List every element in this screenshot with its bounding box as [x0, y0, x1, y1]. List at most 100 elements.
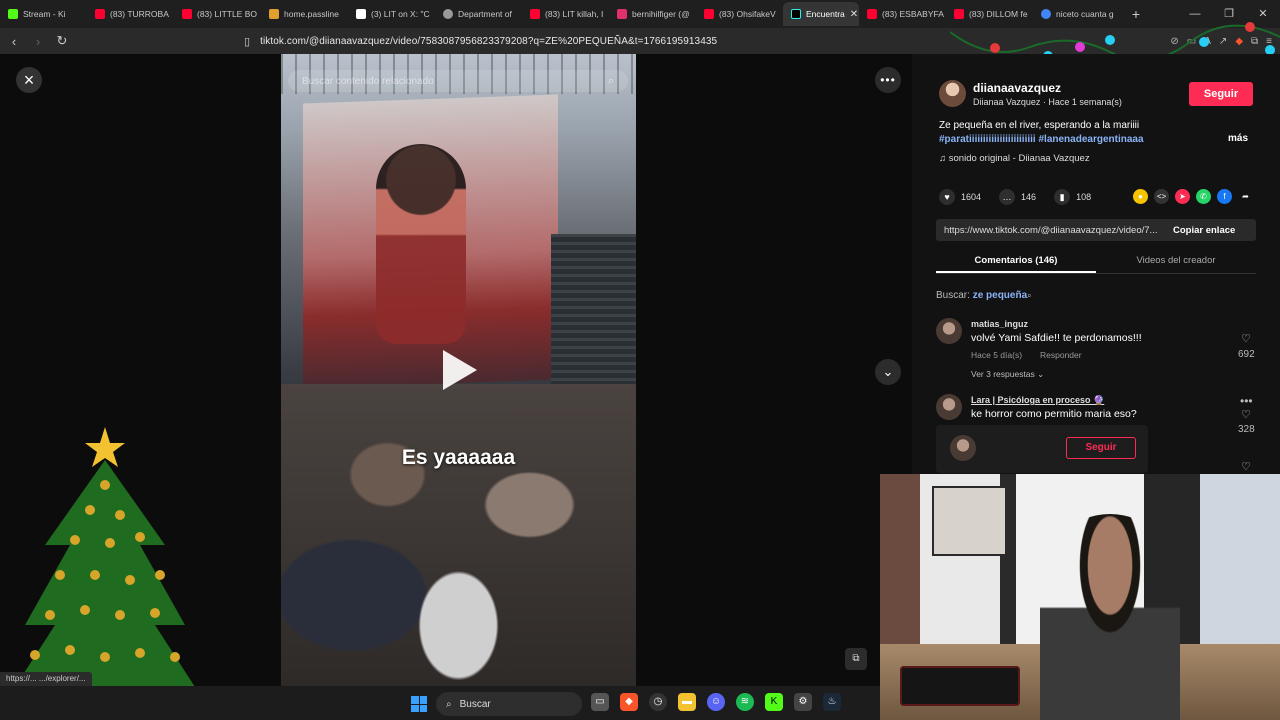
kick-app-icon[interactable]: K — [765, 693, 783, 711]
comment-time: Hace 5 día(s) — [971, 350, 1023, 360]
post-link[interactable]: https://www.tiktok.com/@diianaavazquez/v… — [936, 225, 1169, 236]
tab-dillom[interactable]: (83) DILLOM fe — [946, 2, 1033, 26]
whatsapp-icon[interactable]: ✆ — [1196, 189, 1211, 204]
comment-options-icon[interactable]: ••• — [1240, 394, 1253, 408]
tab-passline[interactable]: home.passline — [261, 2, 348, 26]
share-icon[interactable]: ↗ — [1219, 36, 1227, 47]
spotify-icon[interactable]: ≋ — [736, 693, 754, 711]
clock-app-icon[interactable]: ◷ — [649, 693, 667, 711]
facebook-icon[interactable]: f — [1217, 189, 1232, 204]
tab-lit-killah[interactable]: (83) LIT killah, I — [522, 2, 609, 26]
tab-department[interactable]: Department of — [435, 2, 522, 26]
cast-icon[interactable]: ▭ — [1187, 36, 1196, 47]
search-small-icon: ⌕ — [1027, 291, 1032, 300]
tab-turroba[interactable]: (83) TURROBA — [87, 2, 174, 26]
menu-icon[interactable]: ≡ — [1266, 36, 1272, 47]
maximize-icon[interactable]: ❐ — [1212, 0, 1246, 28]
video-caption: Es yaaaaaa — [401, 446, 516, 469]
taskbar-search-label: Buscar — [459, 698, 491, 710]
more-options-button[interactable]: ••• — [875, 67, 901, 93]
taskbar-search[interactable]: ⌕ Buscar — [436, 692, 582, 716]
video-frame-stadium — [551, 234, 636, 394]
extensions-icon[interactable]: ⧉ — [1251, 36, 1258, 47]
tab-ohsifake[interactable]: (83) OhsifakeV — [696, 2, 783, 26]
forward-icon[interactable]: › — [28, 34, 48, 49]
heart-icon[interactable]: ♥ — [939, 189, 955, 205]
globe-icon — [443, 9, 453, 19]
discord-icon[interactable]: ☺ — [707, 693, 725, 711]
task-view-icon[interactable]: ▭ — [591, 693, 609, 711]
comment-like-icon[interactable]: ♡ — [1241, 460, 1251, 473]
tab-bernihilfiger[interactable]: bernihilfiger (@ — [609, 2, 696, 26]
windows-start-icon[interactable] — [411, 696, 427, 712]
search-suggestion: Buscar: ze pequeña⌕ — [936, 290, 1032, 301]
no-video-icon[interactable]: ⊘ — [1170, 36, 1178, 47]
tab-niceto[interactable]: niceto cuanta g — [1033, 2, 1120, 26]
close-window-icon[interactable]: ✕ — [1246, 0, 1280, 28]
passline-icon — [269, 9, 279, 19]
settings-icon[interactable]: ⚙ — [794, 693, 812, 711]
minimize-icon[interactable]: — — [1178, 0, 1212, 28]
comment-username[interactable]: matias_inguz — [971, 319, 1028, 329]
tab-little-bo[interactable]: (83) LITTLE BO — [174, 2, 261, 26]
tab-stream-kick[interactable]: Stream - Ki — [0, 2, 87, 26]
comment-like-icon[interactable]: ♡ — [1241, 408, 1251, 421]
tab-label: Department of — [458, 9, 512, 19]
search-term-link[interactable]: ze pequeña — [973, 290, 1027, 301]
tab-creator-videos[interactable]: Videos del creador — [1096, 250, 1256, 273]
copy-link-button[interactable]: Copiar enlace — [1169, 225, 1235, 236]
comment-like-icon[interactable]: ♡ — [1241, 332, 1251, 345]
comment-username[interactable]: Lara | Psicóloga en proceso 🔮 — [971, 395, 1104, 406]
tab-label: (83) ESBABYFA — [882, 9, 944, 19]
creator-username[interactable]: diianaavazquez — [973, 81, 1061, 95]
embed-icon[interactable]: <> — [1154, 189, 1169, 204]
view-replies-button[interactable]: Ver 3 respuestas ⌄ — [971, 369, 1044, 380]
bookmark-icon[interactable]: ▮ — [1054, 189, 1071, 205]
more-description-button[interactable]: más — [1228, 133, 1248, 144]
creator-avatar[interactable] — [939, 80, 966, 107]
tab-esbabyfa[interactable]: (83) ESBABYFA — [859, 2, 946, 26]
related-search-input[interactable]: Buscar contenido relacionado ⌕ — [288, 70, 628, 92]
comment-avatar[interactable] — [936, 394, 962, 420]
hover-card-follow-button[interactable]: Seguir — [1066, 437, 1136, 459]
steam-icon[interactable]: ♨ — [823, 693, 841, 711]
bookmark-icon[interactable]: ▯ — [244, 35, 250, 48]
tab-label: (83) LIT killah, I — [545, 9, 604, 19]
url-field[interactable]: tiktok.com/@diianaavazquez/video/7583087… — [260, 36, 717, 47]
follow-button[interactable]: Seguir — [1189, 82, 1253, 106]
back-icon[interactable]: ‹ — [4, 34, 24, 49]
tab-comments[interactable]: Comentarios (146) — [936, 250, 1096, 273]
hover-card-avatar[interactable] — [950, 435, 976, 461]
video-frame-singer — [376, 144, 466, 344]
brave-browser-icon[interactable]: ◆ — [620, 693, 638, 711]
close-video-button[interactable]: × — [16, 67, 42, 93]
tab-tiktok-active[interactable]: Encuentra ✕ — [783, 2, 859, 26]
search-icon[interactable]: ⌕ — [608, 75, 614, 88]
comment-avatar[interactable] — [936, 318, 962, 344]
youtube-icon — [954, 9, 964, 19]
send-icon[interactable]: ➤ — [1175, 189, 1190, 204]
reply-button[interactable]: Responder — [1040, 350, 1082, 360]
picture-in-picture-icon[interactable]: ⧉ — [845, 648, 867, 670]
comment-like-count: 328 — [1238, 424, 1255, 435]
next-video-button[interactable]: ⌄ — [875, 359, 901, 385]
description-text: Ze pequeña en el river, esperando a la m… — [939, 120, 1140, 131]
brave-shield-icon[interactable]: ◆ — [1235, 36, 1243, 47]
hashtags[interactable]: #paratiiiiiiiiiiiiiiiiiiiiiiii #lanenade… — [939, 133, 1179, 147]
file-explorer-icon[interactable]: ▬ — [678, 693, 696, 711]
tab-x-lit[interactable]: (3) LIT on X: "C — [348, 2, 435, 26]
sound-link[interactable]: ♫ sonido original - Diianaa Vazquez — [939, 153, 1090, 164]
comment-icon[interactable]: … — [999, 189, 1016, 205]
new-tab-button[interactable]: + — [1126, 6, 1146, 22]
tab-label: bernihilfiger (@ — [632, 9, 690, 19]
address-bar: ‹ › ↻ ▯ tiktok.com/@diianaavazquez/video… — [0, 28, 1280, 54]
play-icon[interactable] — [443, 350, 477, 390]
tab-label: Encuentra — [806, 9, 845, 19]
tab-close-icon[interactable]: ✕ — [850, 9, 858, 20]
coin-icon[interactable]: ● — [1133, 189, 1148, 204]
status-url: https://... .../explorer/... — [0, 672, 92, 686]
tab-label: niceto cuanta g — [1056, 9, 1114, 19]
translate-icon[interactable]: A — [1204, 36, 1211, 47]
share-arrow-icon[interactable]: ➦ — [1238, 189, 1253, 204]
reload-icon[interactable]: ↻ — [52, 33, 72, 49]
